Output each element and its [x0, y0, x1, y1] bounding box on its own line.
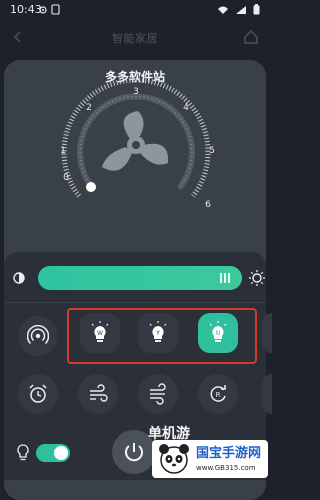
refresh-icon: R: [210, 385, 226, 402]
svg-text:R: R: [216, 391, 221, 399]
dial-tick-4: 4: [183, 103, 189, 113]
power-icon: [125, 443, 143, 462]
fan-icon: [102, 111, 169, 171]
toggle-knob: [54, 446, 68, 460]
mode-button-partial[interactable]: [262, 313, 272, 353]
dial-tick-3: 3: [133, 87, 139, 97]
watermark-site-url: www.GB315.com: [196, 464, 256, 472]
light-toggle[interactable]: [36, 444, 70, 462]
alarm-button[interactable]: [18, 374, 58, 414]
wind-alt-button[interactable]: [138, 374, 178, 414]
brightness-row: [4, 258, 266, 298]
divider: [4, 302, 266, 303]
wind-button[interactable]: [78, 374, 118, 414]
dial-knob[interactable]: [86, 182, 96, 192]
wind-icon: [90, 384, 108, 402]
slider-thumb[interactable]: [220, 273, 232, 283]
brightness-slider[interactable]: [38, 266, 242, 290]
speed-dial[interactable]: [0, 0, 270, 250]
hotspot-icon: [27, 325, 49, 345]
brightness-high-icon: [249, 270, 265, 286]
brightness-low-icon: [13, 272, 25, 284]
dial-tick-5: 5: [209, 146, 215, 156]
watermark-badge: 国宝手游网 www.GB315.com: [152, 440, 268, 478]
dial-tick-1: 1: [60, 146, 66, 156]
function-button-partial[interactable]: [262, 374, 272, 414]
alarm-icon: [29, 384, 47, 403]
mode-selection-highlight: [67, 308, 257, 364]
hotspot-button[interactable]: [18, 316, 58, 356]
panda-logo: [159, 444, 189, 474]
refresh-button[interactable]: R: [198, 374, 238, 414]
dial-tick-6: 6: [205, 200, 211, 210]
light-icon: [17, 444, 29, 461]
dial-tick-2: 2: [86, 103, 92, 113]
watermark-site-name: 国宝手游网: [196, 446, 262, 461]
dial-tick-0: 0: [63, 173, 69, 183]
wind-alt-icon: [150, 383, 166, 405]
